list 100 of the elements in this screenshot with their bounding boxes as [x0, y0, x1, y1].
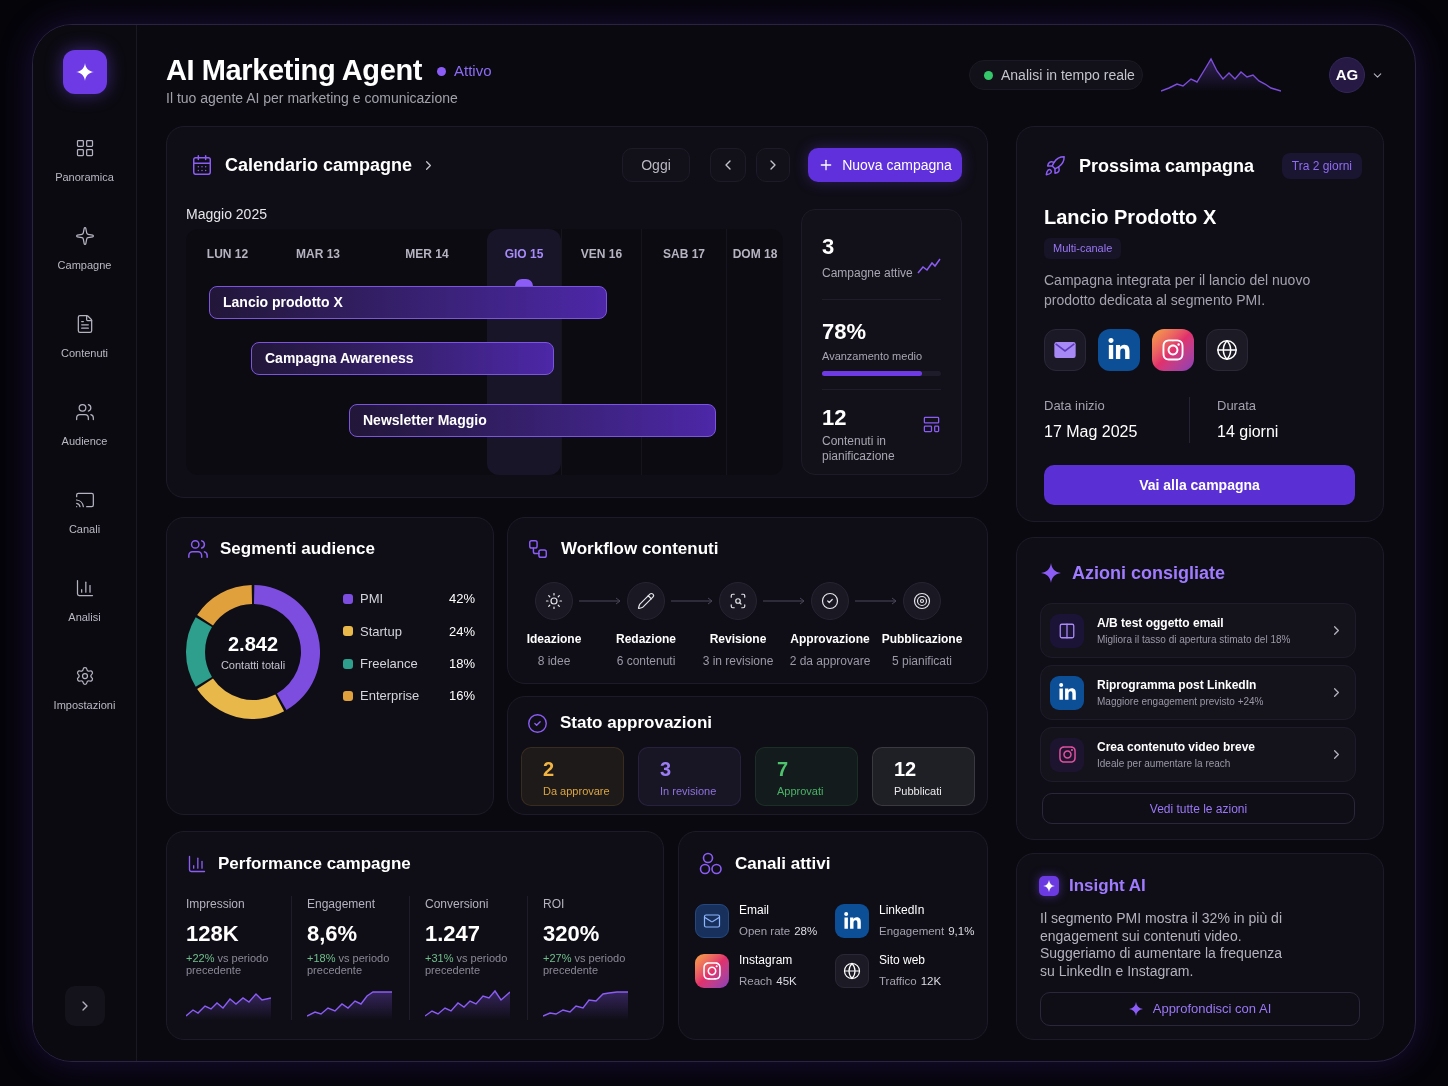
action-item[interactable]: Crea contenuto video breve Ideale per aumentare la reach [1040, 727, 1356, 782]
day-label[interactable]: DOM 18 [732, 246, 778, 262]
day-label[interactable]: VEN 16 [580, 246, 623, 262]
campaign-bar[interactable]: Newsletter Maggio [349, 404, 716, 437]
campaign-description: Campagna integrata per il lancio del nuovo prodotto dedicata al segmento PMI. [1044, 271, 1312, 310]
campaign-bar[interactable]: Campagna Awareness [251, 342, 554, 375]
pencil-icon [627, 582, 665, 620]
go-to-campaign-button[interactable]: Vai alla campagna [1044, 465, 1355, 505]
day-label[interactable]: MAR 13 [296, 246, 340, 262]
card-title: Canali attivi [735, 853, 831, 876]
legend-label: Enterprise [360, 687, 420, 706]
user-avatar[interactable]: AG [1329, 57, 1365, 93]
step-detail: 6 contenuti [616, 653, 676, 669]
action-title: Riprogramma post LinkedIn [1097, 676, 1257, 693]
card-title: Segmenti audience [220, 538, 375, 561]
channel-metric-value: 12K [920, 974, 942, 989]
card-title: Azioni consigliate [1072, 561, 1226, 585]
metric-change: +27% vs periodo precedente [543, 952, 627, 976]
sparkle-icon [1128, 1002, 1143, 1016]
date-value: 17 Mag 2025 [1044, 422, 1138, 442]
metric-label: Engagement [307, 896, 376, 912]
cast-icon [74, 490, 95, 510]
sidebar-item[interactable]: Canali [44, 480, 125, 544]
arrow-icon [579, 597, 621, 605]
envelope-icon [1044, 329, 1086, 371]
metric-value: 8,6% [307, 920, 358, 948]
instagram-icon [695, 954, 729, 988]
step-label: Ideazione [526, 631, 582, 647]
channel-name: LinkedIn [879, 902, 925, 918]
rocket-icon [1044, 155, 1066, 177]
action-description: Ideale per aumentare la reach [1097, 756, 1231, 771]
sidebar-item[interactable]: Impostazioni [44, 656, 125, 720]
sidebar-item[interactable]: Contenuti [44, 304, 125, 368]
countdown-badge: Tra 2 giorni [1281, 153, 1362, 179]
legend-value: 18% [448, 655, 475, 673]
action-item[interactable]: A/B test oggetto email Migliora il tasso di apertura stimato del 18% [1040, 603, 1356, 658]
sidebar-item[interactable]: Campagne [44, 216, 125, 280]
sidebar-item[interactable]: Panoramica [44, 128, 125, 192]
day-label[interactable]: SAB 17 [663, 246, 705, 262]
legend-label: Freelance [360, 655, 418, 673]
scan-search-icon [719, 582, 757, 620]
channel-metric-value: 9,1% [948, 924, 975, 939]
bar-chart-icon [187, 854, 207, 874]
day-label[interactable]: MER 14 [405, 246, 449, 262]
status-label: Da approvare [543, 784, 610, 798]
status-label: Approvati [777, 784, 824, 798]
channel-metric-label: Open rate [739, 924, 791, 939]
new-campaign-button[interactable]: Nuova campagna [808, 148, 962, 182]
explore-with-ai-button[interactable]: Approfondisci con AI [1040, 992, 1360, 1026]
previous-button[interactable] [710, 148, 746, 182]
card-title: Workflow contenuti [561, 538, 719, 561]
month-label: Maggio 2025 [186, 205, 267, 223]
channel-metric-label: Traffico [879, 974, 917, 989]
today-button[interactable]: Oggi [622, 148, 690, 182]
metric-value: 320% [543, 920, 600, 948]
arrow-icon [671, 597, 713, 605]
day-label[interactable]: GIO 15 [504, 246, 544, 262]
day-label[interactable]: LUN 12 [206, 246, 249, 262]
legend-value: 24% [448, 622, 475, 641]
metric-value: 128K [186, 920, 239, 948]
instagram-icon [1050, 737, 1084, 772]
stat-label: Contenuti in pianificazione [822, 434, 896, 464]
channel-name: Sito web [879, 952, 926, 968]
check-circle-icon [527, 712, 548, 734]
grid-icon [74, 138, 95, 158]
globe-icon [835, 954, 869, 988]
linkedin-icon [835, 904, 869, 938]
channel-metric-label: Engagement [879, 924, 945, 939]
see-all-actions-button[interactable]: Vedi tutte le azioni [1042, 793, 1355, 824]
channel-name: Instagram [739, 952, 793, 968]
action-item[interactable]: Riprogramma post LinkedIn Maggiore engagement previsto +24% [1040, 665, 1356, 720]
step-detail: 3 in revisione [702, 653, 774, 669]
instagram-icon [1152, 329, 1194, 371]
channel-metric-label: Reach [739, 974, 773, 989]
legend-label: Startup [360, 622, 402, 641]
status-count: 2 [543, 757, 555, 781]
workflow-icon [527, 538, 549, 560]
settings-icon [74, 666, 95, 686]
channel-name: Email [739, 902, 769, 918]
sparkle-icon [1039, 876, 1059, 896]
step-detail: 8 idee [537, 653, 571, 669]
legend-value: 16% [448, 687, 475, 706]
linkedin-icon [1098, 329, 1140, 371]
live-status-label: Analisi in tempo reale [1001, 65, 1135, 85]
campaign-bar[interactable]: Lancio prodotto X [209, 286, 607, 319]
metric-change: +18% vs periodo precedente [307, 952, 391, 976]
status-label: Pubblicati [894, 784, 942, 798]
globe-icon [1206, 329, 1248, 371]
circles-icon [699, 852, 723, 876]
step-label: Approvazione [790, 631, 870, 647]
columns-icon [1050, 613, 1084, 648]
sidebar-item[interactable]: Audience [44, 392, 125, 456]
channel-tag: Multi-canale [1044, 238, 1122, 259]
status-label: In revisione [660, 784, 717, 798]
users-icon [74, 402, 95, 422]
card-title: Calendario campagne [225, 153, 413, 177]
channel-metric-value: 28% [794, 924, 818, 939]
step-detail: 2 da approvare [789, 653, 871, 669]
sidebar-item[interactable]: Analisi [44, 568, 125, 632]
next-button[interactable] [756, 148, 790, 182]
